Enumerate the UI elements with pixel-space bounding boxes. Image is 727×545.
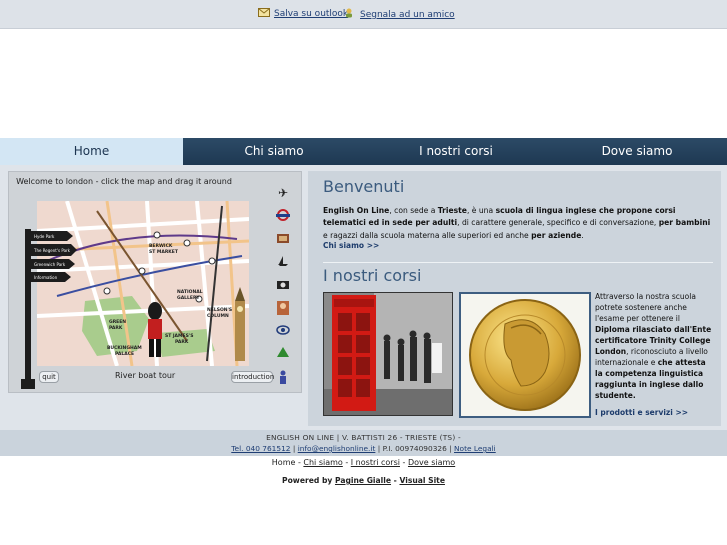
- figure-icon[interactable]: [274, 370, 292, 384]
- tab-corsi[interactable]: I nostri corsi: [365, 138, 547, 165]
- email-link[interactable]: info@englishonline.it: [298, 444, 376, 453]
- svg-text:BERWICK: BERWICK: [149, 243, 173, 249]
- bottom-nav-dove-siamo[interactable]: Dove siamo: [408, 458, 455, 467]
- main-nav: Home Chi siamo I nostri corsi Dove siamo: [0, 138, 727, 165]
- sign-hyde-park: Hyde Park: [34, 234, 55, 239]
- save-outlook-label: Salva su outlook: [274, 9, 349, 19]
- quit-button[interactable]: quit: [39, 371, 59, 383]
- sign-greenwich: Greenwich Park: [34, 262, 66, 267]
- introduction-button[interactable]: introduction: [231, 371, 274, 383]
- svg-text:BUCKINGHAM: BUCKINGHAM: [107, 345, 142, 351]
- powered-by: Powered by Pagine Gialle - Visual Site: [0, 476, 727, 485]
- content-panel: Benvenuti English On Line, con sede a Tr…: [308, 171, 721, 426]
- welcome-text-4: e ragazzi dalla scuola materna alle supe…: [323, 230, 532, 240]
- footer-address: ENGLISH ON LINE | V. BATTISTI 26 - TRIES…: [266, 433, 461, 442]
- tab-dove-siamo[interactable]: Dove siamo: [547, 138, 727, 165]
- svg-text:NELSON'S: NELSON'S: [207, 307, 232, 313]
- svg-text:PARK: PARK: [175, 339, 189, 345]
- svg-text:COLUMN: COLUMN: [207, 313, 229, 319]
- tab-chi-siamo[interactable]: Chi siamo: [183, 138, 365, 165]
- welcome-bold-3: per aziende: [531, 230, 582, 240]
- courses-text: Attraverso la nostra scuola potrete sost…: [595, 291, 715, 418]
- phone-booth-photo: [323, 292, 453, 416]
- sign-regents-park: The Regent's Park: [33, 248, 71, 253]
- books-icon[interactable]: [274, 232, 292, 246]
- recommend-link[interactable]: Segnala ad un amico: [344, 8, 455, 20]
- city-name: Trieste: [437, 206, 467, 215]
- sign-information: Information: [34, 275, 58, 280]
- footer-sep: |: [290, 444, 298, 453]
- save-outlook-link[interactable]: Salva su outlook: [258, 8, 348, 19]
- welcome-title: Benvenuti: [323, 177, 405, 196]
- sovereign-coin-image: [459, 292, 591, 418]
- map-icon-toolbar: ✈: [271, 186, 295, 393]
- welcome-text-3: , di carattere generale, specifico e di …: [457, 218, 659, 228]
- welcome-text-2: , è una: [466, 206, 496, 215]
- main-panel: Welcome to london - click the map and dr…: [0, 165, 727, 430]
- welcome-text: English On Line, con sede a Trieste, è u…: [323, 205, 713, 242]
- welcome-bold-2: per bambini: [658, 218, 711, 228]
- bottom-nav-sep: -: [399, 458, 408, 467]
- svg-text:GREEN: GREEN: [109, 319, 126, 325]
- svg-text:PARK: PARK: [109, 325, 123, 331]
- brand-name: English On Line: [323, 206, 390, 215]
- powered-label: Powered by: [282, 476, 335, 485]
- bottom-nav-home[interactable]: Home: [272, 458, 296, 467]
- bottom-nav-sep: -: [342, 458, 351, 467]
- signpost-illustration: Hyde Park The Regent's Park Greenwich Pa…: [21, 229, 77, 389]
- airplane-icon[interactable]: ✈: [274, 186, 292, 200]
- legal-notes-link[interactable]: Note Legali: [454, 444, 496, 453]
- boat-icon[interactable]: [274, 255, 292, 269]
- london-map-widget[interactable]: Welcome to london - click the map and dr…: [8, 171, 302, 393]
- outlook-icon: [258, 8, 270, 17]
- svg-text:PALACE: PALACE: [115, 351, 134, 357]
- person-icon: [344, 8, 356, 18]
- footer: ENGLISH ON LINE | V. BATTISTI 26 - TRIES…: [0, 430, 727, 456]
- divider: [323, 262, 713, 263]
- underground-icon[interactable]: [274, 209, 292, 223]
- river-boat-tour-label[interactable]: River boat tour: [115, 371, 175, 380]
- top-bar: Salva su outlook Segnala ad un amico: [0, 0, 727, 29]
- welcome-text-1: , con sede a: [389, 206, 438, 215]
- products-services-link[interactable]: I prodotti e servizi >>: [595, 408, 688, 417]
- svg-text:ST MARKET: ST MARKET: [149, 249, 179, 255]
- courses-title: I nostri corsi: [323, 266, 422, 285]
- bottom-nav-corsi[interactable]: I nostri corsi: [351, 458, 400, 467]
- portrait-icon[interactable]: [274, 301, 292, 315]
- svg-text:GALLERY: GALLERY: [177, 295, 200, 301]
- courses-text-1: Attraverso la nostra scuola potrete sost…: [595, 292, 696, 323]
- pagine-gialle-link[interactable]: Pagine Gialle: [335, 476, 391, 485]
- bottom-nav: Home - Chi siamo - I nostri corsi - Dove…: [0, 458, 727, 467]
- chi-siamo-link[interactable]: Chi siamo >>: [323, 241, 379, 250]
- footer-contacts: Tel. 040 761512 | info@englishonline.it …: [0, 442, 727, 453]
- eye-icon[interactable]: [274, 324, 292, 338]
- phone-link[interactable]: Tel. 040 761512: [231, 444, 290, 453]
- bottom-nav-chi-siamo[interactable]: Chi siamo: [303, 458, 342, 467]
- footer-piva: | P.I. 00974090326 |: [375, 444, 455, 453]
- tab-home[interactable]: Home: [0, 138, 183, 165]
- visual-site-link[interactable]: Visual Site: [399, 476, 445, 485]
- welcome-text-5: .: [581, 230, 584, 240]
- map-caption: Welcome to london - click the map and dr…: [16, 177, 232, 186]
- svg-text:ST JAMES'S: ST JAMES'S: [165, 333, 193, 339]
- svg-text:NATIONAL: NATIONAL: [177, 289, 203, 295]
- recommend-label: Segnala ad un amico: [360, 10, 455, 20]
- camera-icon[interactable]: [274, 278, 292, 292]
- tree-icon[interactable]: [274, 347, 292, 361]
